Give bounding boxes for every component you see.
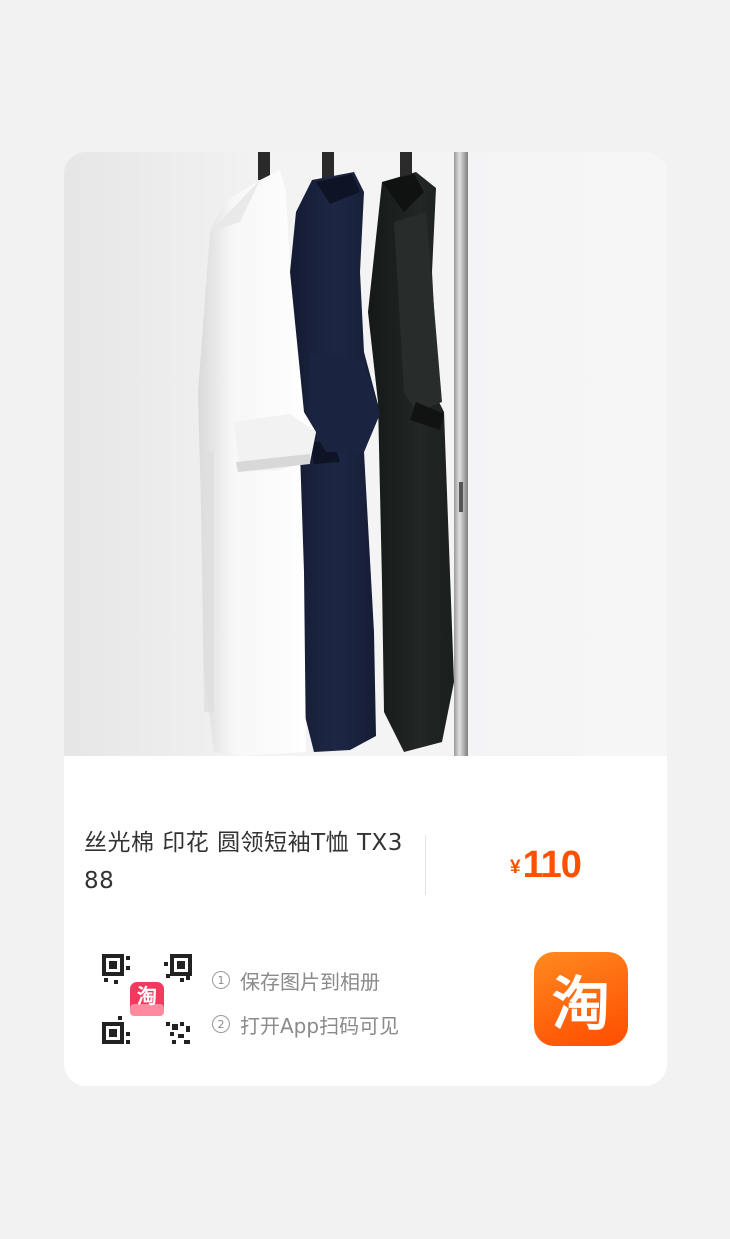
product-price: ¥110 [510,844,582,887]
price-amount: 110 [522,844,582,886]
share-poster-page: 丝光棉 印花 圆领短袖T恤 TX388 ¥110 淘 1 保存图片到相册 2 打… [0,0,730,1239]
taobao-logo-text: 淘 [551,970,610,1038]
taobao-logo-icon: 淘 [534,952,628,1046]
title-price-divider [425,835,426,895]
product-title: 丝光棉 印花 圆领短袖T恤 TX388 [84,830,403,894]
step-text-2: 打开App扫码可见 [240,1013,400,1038]
share-step-2: 2 打开App扫码可见 [212,1002,399,1046]
qr-code[interactable]: 淘 [100,952,194,1046]
tshirts-on-rack-image [64,152,667,756]
step-number-1: 1 [212,971,230,989]
share-step-1: 1 保存图片到相册 [212,958,399,1002]
product-photo [64,152,667,756]
step-number-2: 2 [212,1015,230,1033]
product-share-card: 丝光棉 印花 圆领短袖T恤 TX388 ¥110 淘 1 保存图片到相册 2 打… [64,152,667,1086]
share-instructions: 1 保存图片到相册 2 打开App扫码可见 [212,958,399,1046]
step-text-1: 保存图片到相册 [240,969,380,994]
qr-badge-text: 淘 [137,984,157,1008]
price-currency: ¥ [510,857,521,878]
